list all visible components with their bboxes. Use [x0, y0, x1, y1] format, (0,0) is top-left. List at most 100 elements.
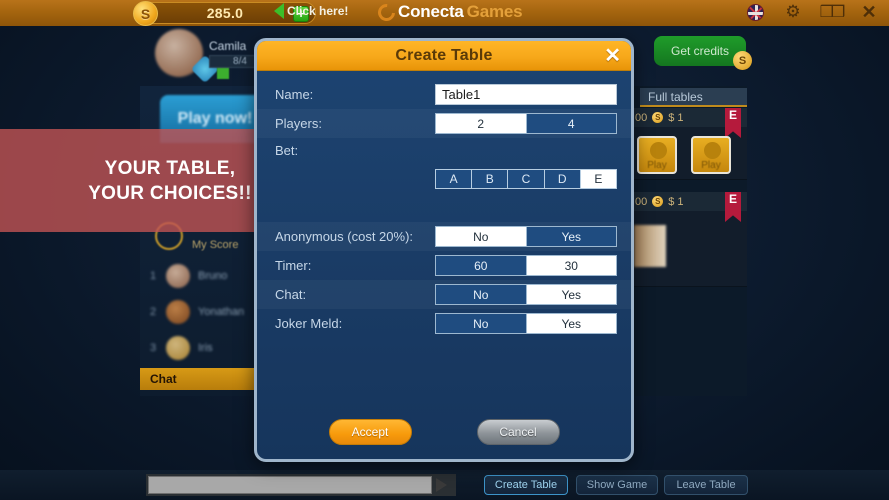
card-stack-icon [634, 225, 666, 267]
promo-line-2: YOUR CHOICES!! [88, 182, 252, 204]
field-row-chat: Chat: No Yes [257, 280, 631, 309]
bottom-bar: Create Table Show Game Leave Table [0, 470, 889, 500]
brand-logo: Conecta Games [374, 0, 523, 24]
credit-amount: 285.0 [206, 5, 244, 21]
list-item[interactable]: 1 Bruno [150, 258, 260, 294]
coin-icon: S [733, 51, 752, 70]
conecta-logo-icon [374, 0, 399, 24]
table-amount: 00 [635, 111, 648, 124]
coin-icon: S [652, 196, 664, 207]
joker-option-yes[interactable]: Yes [525, 314, 616, 333]
close-icon[interactable]: ✕ [859, 2, 879, 22]
top-icon-group: ⚙ ❒❒ ✕ [745, 2, 879, 22]
chat-option-no[interactable]: No [436, 285, 526, 304]
players-option-2[interactable]: 2 [436, 114, 526, 133]
bet-letter-d[interactable]: D [543, 170, 580, 188]
dialog-spacer [257, 338, 631, 424]
flag-uk-icon[interactable] [745, 2, 765, 22]
dialog-header: Create Table ✕ [257, 41, 631, 71]
dialog-body: Name: Table1 Players: 2 4 Bet: A B C D E… [257, 80, 631, 424]
avatar [166, 336, 190, 360]
players-option-4[interactable]: 4 [525, 114, 616, 133]
anonymous-toggle[interactable]: No Yes [435, 226, 617, 247]
field-row-timer: Timer: 60 30 [257, 251, 631, 280]
rank-position: 1 [150, 270, 157, 282]
table-row-header: 00 S $ 1 E [633, 108, 747, 138]
seat-play-button[interactable]: Play [637, 136, 677, 174]
anonymous-label: Anonymous (cost 20%): [275, 229, 414, 244]
chat-input[interactable] [148, 476, 432, 494]
quick-row: Quick [257, 192, 631, 222]
chat-toggle[interactable]: No Yes [435, 284, 617, 305]
promo-line-1: YOUR TABLE, [104, 157, 236, 179]
chat-label: Chat: [275, 287, 307, 302]
table-row[interactable]: 00 S $ 1 E Play Play [633, 108, 747, 180]
dialog-title: Create Table [395, 46, 493, 64]
full-tables-header: Full tables [640, 88, 747, 107]
bet-slider-row: S 1 [257, 136, 631, 166]
avatar [166, 264, 190, 288]
list-item[interactable]: 2 Yonathan [150, 294, 260, 330]
field-row-players: Players: 2 4 [257, 109, 631, 138]
top-bar: S 285.0 + Click here! Conecta Games ⚙ ❒❒ … [0, 0, 889, 26]
timer-option-60[interactable]: 60 [436, 256, 526, 275]
table-row-header: 00 S $ 1 E [633, 192, 747, 222]
table-amount: 00 [635, 195, 648, 208]
seat-label: Play [701, 160, 721, 171]
rank-name: Yonathan [198, 306, 245, 318]
click-here-label: Click here! [287, 4, 349, 18]
table-currency: $ 1 [668, 111, 684, 124]
accept-button[interactable]: Accept [328, 419, 412, 445]
create-table-button[interactable]: Create Table [484, 475, 568, 495]
list-item[interactable]: 3 Iris [150, 330, 260, 366]
status-badge: E [725, 192, 741, 222]
table-currency: $ 1 [668, 195, 684, 208]
coin-icon: S [133, 1, 158, 26]
timer-option-30[interactable]: 30 [525, 256, 616, 275]
joker-toggle[interactable]: No Yes [435, 313, 617, 334]
bet-letter-b[interactable]: B [471, 170, 508, 188]
avatar [166, 300, 190, 324]
seat-label: Play [647, 160, 667, 171]
bet-letter-row: A B C D E [257, 166, 631, 192]
rank-name: Bruno [198, 270, 228, 282]
leave-table-button[interactable]: Leave Table [664, 475, 748, 495]
get-credits-label: Get credits [670, 44, 730, 58]
name-label: Name: [275, 87, 314, 102]
cancel-button[interactable]: Cancel [476, 419, 560, 445]
bet-letter-toggle[interactable]: A B C D E [435, 169, 617, 189]
players-toggle[interactable]: 2 4 [435, 113, 617, 134]
send-arrow-icon[interactable] [436, 478, 447, 492]
click-here-callout[interactable]: Click here! [274, 3, 348, 19]
bet-letter-a[interactable]: A [436, 170, 472, 188]
rank-position: 3 [150, 342, 157, 354]
my-score-label: My Score [192, 239, 239, 251]
chat-tab[interactable]: Chat [140, 368, 262, 390]
seat-play-button[interactable]: Play [691, 136, 731, 174]
rank-name: Iris [198, 342, 213, 354]
players-label: Players: [275, 116, 322, 131]
rank-position: 2 [150, 306, 157, 318]
chat-option-yes[interactable]: Yes [525, 285, 616, 304]
close-icon[interactable]: ✕ [604, 45, 621, 67]
name-input[interactable]: Table1 [435, 84, 617, 105]
get-credits-button[interactable]: Get credits S [654, 36, 752, 70]
status-badge: E [725, 108, 741, 138]
fullscreen-icon[interactable]: ❒❒ [820, 2, 846, 22]
joker-option-no[interactable]: No [436, 314, 526, 333]
bet-letter-c[interactable]: C [507, 170, 544, 188]
game-screen: S 285.0 + Click here! Conecta Games ⚙ ❒❒ … [0, 0, 889, 500]
create-table-dialog: Create Table ✕ Name: Table1 Players: 2 4 [254, 38, 634, 462]
arrow-left-icon [274, 3, 284, 19]
timer-toggle[interactable]: 60 30 [435, 255, 617, 276]
show-game-button[interactable]: Show Game [576, 475, 658, 495]
anonymous-option-yes[interactable]: Yes [525, 227, 616, 246]
dialog-actions: Accept Cancel [257, 419, 631, 445]
field-row-anonymous: Anonymous (cost 20%): No Yes [257, 222, 631, 251]
joker-label: Joker Meld: [275, 316, 343, 331]
anonymous-option-no[interactable]: No [436, 227, 526, 246]
bet-letter-e[interactable]: E [579, 170, 617, 188]
field-row-name: Name: Table1 [257, 80, 631, 109]
coin-icon: S [652, 112, 664, 123]
gear-icon[interactable]: ⚙ [783, 2, 803, 22]
